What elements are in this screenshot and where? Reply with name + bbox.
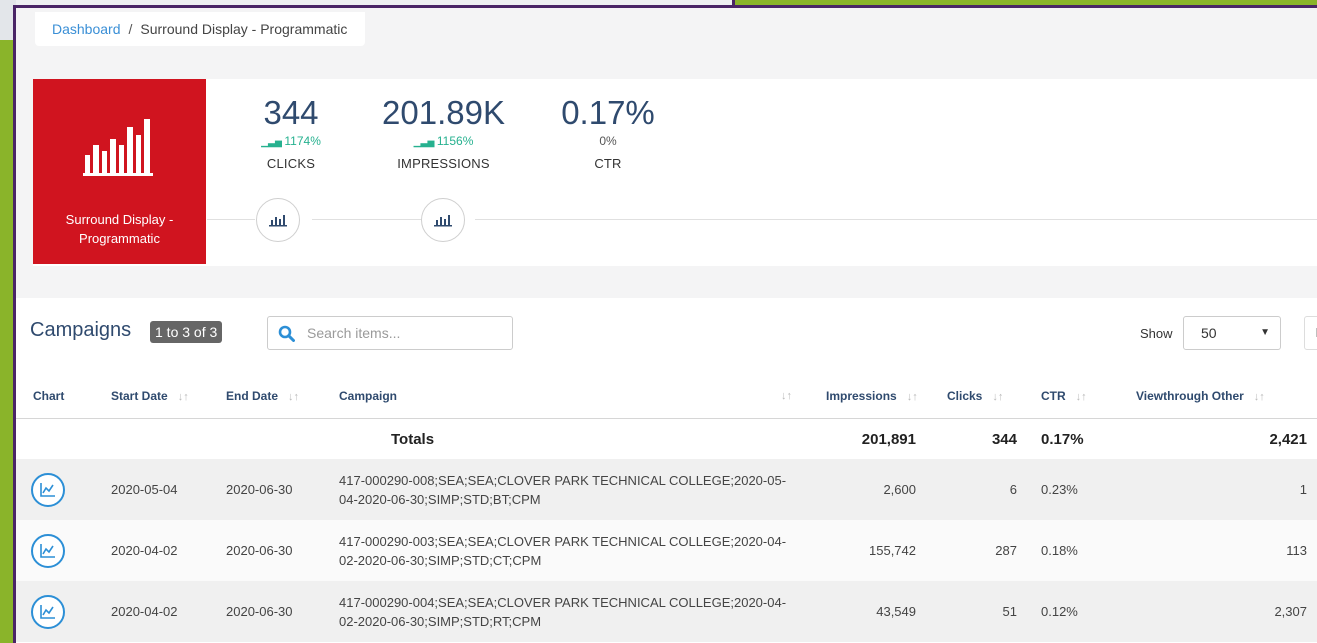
line-chart-icon[interactable] [31, 472, 65, 507]
totals-row: Totals 201,891 344 0.17% 2,421 [16, 419, 1317, 460]
app-window: Dashboard / Surround Display - Programma… [13, 5, 1317, 643]
line-chart-icon[interactable] [31, 533, 65, 568]
viewthrough: 1 [1111, 459, 1317, 520]
col-campaign[interactable]: Campaign ↓↑ [339, 374, 792, 419]
campaign-name: 417-000290-004;SEA;SEA;CLOVER PARK TECHN… [339, 581, 792, 642]
impressions: 43,549 [792, 581, 933, 642]
divider [207, 219, 255, 220]
sort-icon[interactable]: ↓↑ [178, 391, 189, 403]
end-date: 2020-06-30 [226, 459, 339, 520]
caret-down-icon: ▼ [1260, 327, 1270, 338]
sort-icon[interactable]: ↓↑ [1254, 391, 1265, 403]
totals-ctr: 0.17% [1041, 430, 1084, 448]
summary-panel: Surround Display - Programmatic 344 ▁▃▅ … [33, 79, 1317, 266]
trend-up-icon: ▁▃▅ [413, 137, 437, 147]
clicks: 287 [933, 520, 1028, 581]
table-row: 2020-05-04 2020-06-30 417-000290-008;SEA… [16, 459, 1317, 520]
ctr: 0.12% [1028, 581, 1111, 642]
small-bar-chart-icon [269, 215, 287, 227]
search-input[interactable] [305, 324, 499, 342]
sort-icon[interactable]: ↓↑ [907, 391, 918, 403]
search-icon [278, 325, 295, 342]
page-size-select[interactable]: 50 ▼ [1183, 316, 1281, 350]
col-clicks[interactable]: Clicks ↓↑ [933, 374, 1028, 419]
ctr: 0.18% [1028, 520, 1111, 581]
clicks: 51 [933, 581, 1028, 642]
divider [312, 219, 421, 220]
ctr: 0.23% [1028, 459, 1111, 520]
campaigns-title: Campaigns [30, 319, 132, 341]
channel-tile: Surround Display - Programmatic [33, 79, 206, 264]
ctr-change: 0% [599, 134, 617, 148]
col-start-date[interactable]: Start Date ↓↑ [106, 374, 226, 419]
sort-icon[interactable]: ↓↑ [288, 391, 299, 403]
campaigns-panel: Campaigns 1 to 3 of 3 Show 50 ▼ P Chart … [16, 298, 1317, 643]
sort-icon[interactable]: ↓↑ [1076, 391, 1087, 403]
sort-icon[interactable]: ↓↑ [992, 391, 1003, 403]
campaign-name: 417-000290-008;SEA;SEA;CLOVER PARK TECHN… [339, 459, 792, 520]
clicks-stat: 344 ▁▃▅ 1174% CLICKS [253, 94, 329, 172]
col-viewthrough[interactable]: Viewthrough Other ↓↑ [1111, 374, 1317, 419]
ctr-value: 0.17% [561, 94, 655, 131]
viewthrough: 113 [1111, 520, 1317, 581]
impressions-change: ▁▃▅ 1156% [413, 134, 474, 148]
col-ctr[interactable]: CTR ↓↑ [1028, 374, 1111, 419]
clicks-change: ▁▃▅ 1174% [261, 134, 321, 148]
totals-clicks: 344 [991, 430, 1017, 448]
impressions: 2,600 [792, 459, 933, 520]
divider [475, 219, 1317, 220]
impressions-chart-button[interactable] [421, 198, 465, 242]
clicks-value: 344 [263, 94, 319, 131]
results-count-badge: 1 to 3 of 3 [150, 321, 223, 343]
sort-icon[interactable]: ↓↑ [781, 390, 792, 402]
channel-name: Surround Display - Programmatic [65, 212, 174, 246]
table-header-row: Chart Start Date ↓↑ End Date ↓↑ Campaign ↓↑… [16, 374, 1317, 419]
end-date: 2020-06-30 [226, 581, 339, 642]
impressions: 155,742 [792, 520, 933, 581]
impressions-label: IMPRESSIONS [397, 156, 490, 171]
totals-viewthrough: 2,421 [1269, 430, 1307, 448]
breadcrumb: Dashboard / Surround Display - Programma… [35, 12, 366, 46]
page-size-value: 50 [1201, 325, 1217, 341]
end-date: 2020-06-30 [226, 520, 339, 581]
viewthrough: 2,307 [1111, 581, 1317, 642]
bar-chart-icon [83, 119, 153, 176]
ctr-stat: 0.17% 0% CTR [558, 94, 658, 172]
ctr-label: CTR [594, 156, 622, 171]
totals-impressions: 201,891 [861, 430, 916, 448]
campaign-name: 417-000290-003;SEA;SEA;CLOVER PARK TECHN… [339, 520, 792, 581]
small-bar-chart-icon [434, 215, 452, 227]
start-date: 2020-04-02 [106, 520, 226, 581]
start-date: 2020-05-04 [106, 459, 226, 520]
col-chart: Chart [16, 374, 106, 419]
clicks-chart-button[interactable] [256, 198, 300, 242]
totals-label: Totals [391, 430, 435, 448]
breadcrumb-home-link[interactable]: Dashboard [52, 21, 121, 37]
clicks-label: CLICKS [266, 156, 316, 171]
col-end-date[interactable]: End Date ↓↑ [226, 374, 339, 419]
table-row: 2020-04-02 2020-06-30 417-000290-003;SEA… [16, 520, 1317, 581]
breadcrumb-current: Surround Display - Programmatic [140, 21, 348, 37]
campaigns-table: Chart Start Date ↓↑ End Date ↓↑ Campaign ↓↑… [16, 374, 1317, 642]
start-date: 2020-04-02 [106, 581, 226, 642]
search-box[interactable] [267, 316, 513, 350]
table-row: 2020-04-02 2020-06-30 417-000290-004;SEA… [16, 581, 1317, 642]
breadcrumb-separator: / [128, 21, 133, 37]
clicks: 6 [933, 459, 1028, 520]
col-impressions[interactable]: Impressions ↓↑ [792, 374, 933, 419]
pager-button[interactable]: P [1304, 316, 1317, 350]
impressions-stat: 201.89K ▁▃▅ 1156% IMPRESSIONS [381, 94, 506, 172]
trend-up-icon: ▁▃▅ [261, 137, 285, 147]
impressions-value: 201.89K [382, 94, 505, 131]
line-chart-icon[interactable] [31, 594, 65, 629]
show-label: Show [1140, 326, 1173, 341]
